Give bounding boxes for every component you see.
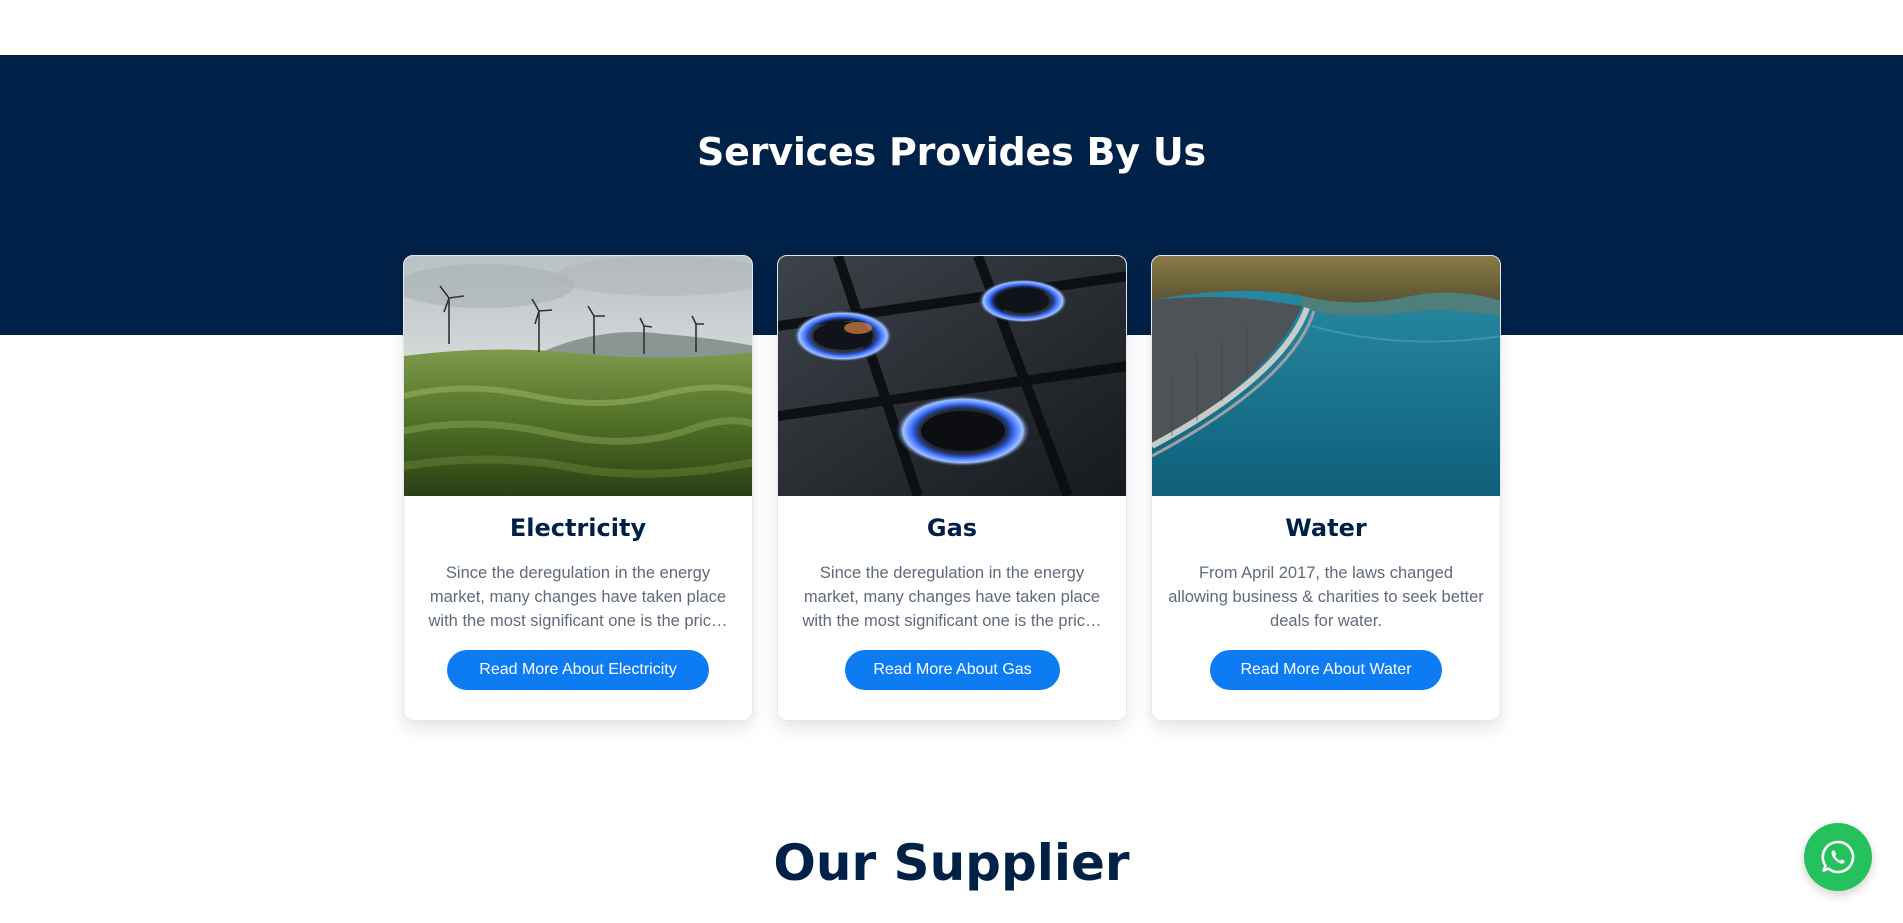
service-card-electricity: Electricity Since the deregulation in th…	[403, 255, 753, 721]
card-description: Since the deregulation in the energy mar…	[802, 564, 1102, 630]
whatsapp-chat-button[interactable]	[1804, 823, 1872, 891]
page: Services Provides By Us Electricity Sinc…	[0, 0, 1903, 923]
card-title: Water	[1285, 514, 1367, 542]
supplier-section-title: Our Supplier	[773, 834, 1130, 892]
read-more-electricity-button[interactable]: Read More About Electricity	[447, 650, 709, 690]
card-title: Gas	[926, 514, 978, 542]
read-more-water-button[interactable]: Read More About Water	[1210, 650, 1442, 690]
service-card-water: Water From April 2017, the laws changed …	[1151, 255, 1501, 721]
card-description: From April 2017, the laws changed allowi…	[1168, 564, 1484, 630]
card-description: Since the deregulation in the energy mar…	[428, 564, 728, 630]
wind-turbines-hills-image	[404, 256, 752, 496]
whatsapp-icon	[1821, 840, 1855, 874]
service-card-gas: Gas Since the deregulation in the energy…	[777, 255, 1127, 721]
gas-stove-burners-image	[778, 256, 1126, 496]
service-cards: Electricity Since the deregulation in th…	[403, 255, 1501, 721]
card-title: Electricity	[509, 514, 647, 542]
read-more-gas-button[interactable]: Read More About Gas	[845, 650, 1060, 690]
services-section-title: Services Provides By Us	[697, 130, 1206, 174]
dam-reservoir-image	[1152, 256, 1500, 496]
